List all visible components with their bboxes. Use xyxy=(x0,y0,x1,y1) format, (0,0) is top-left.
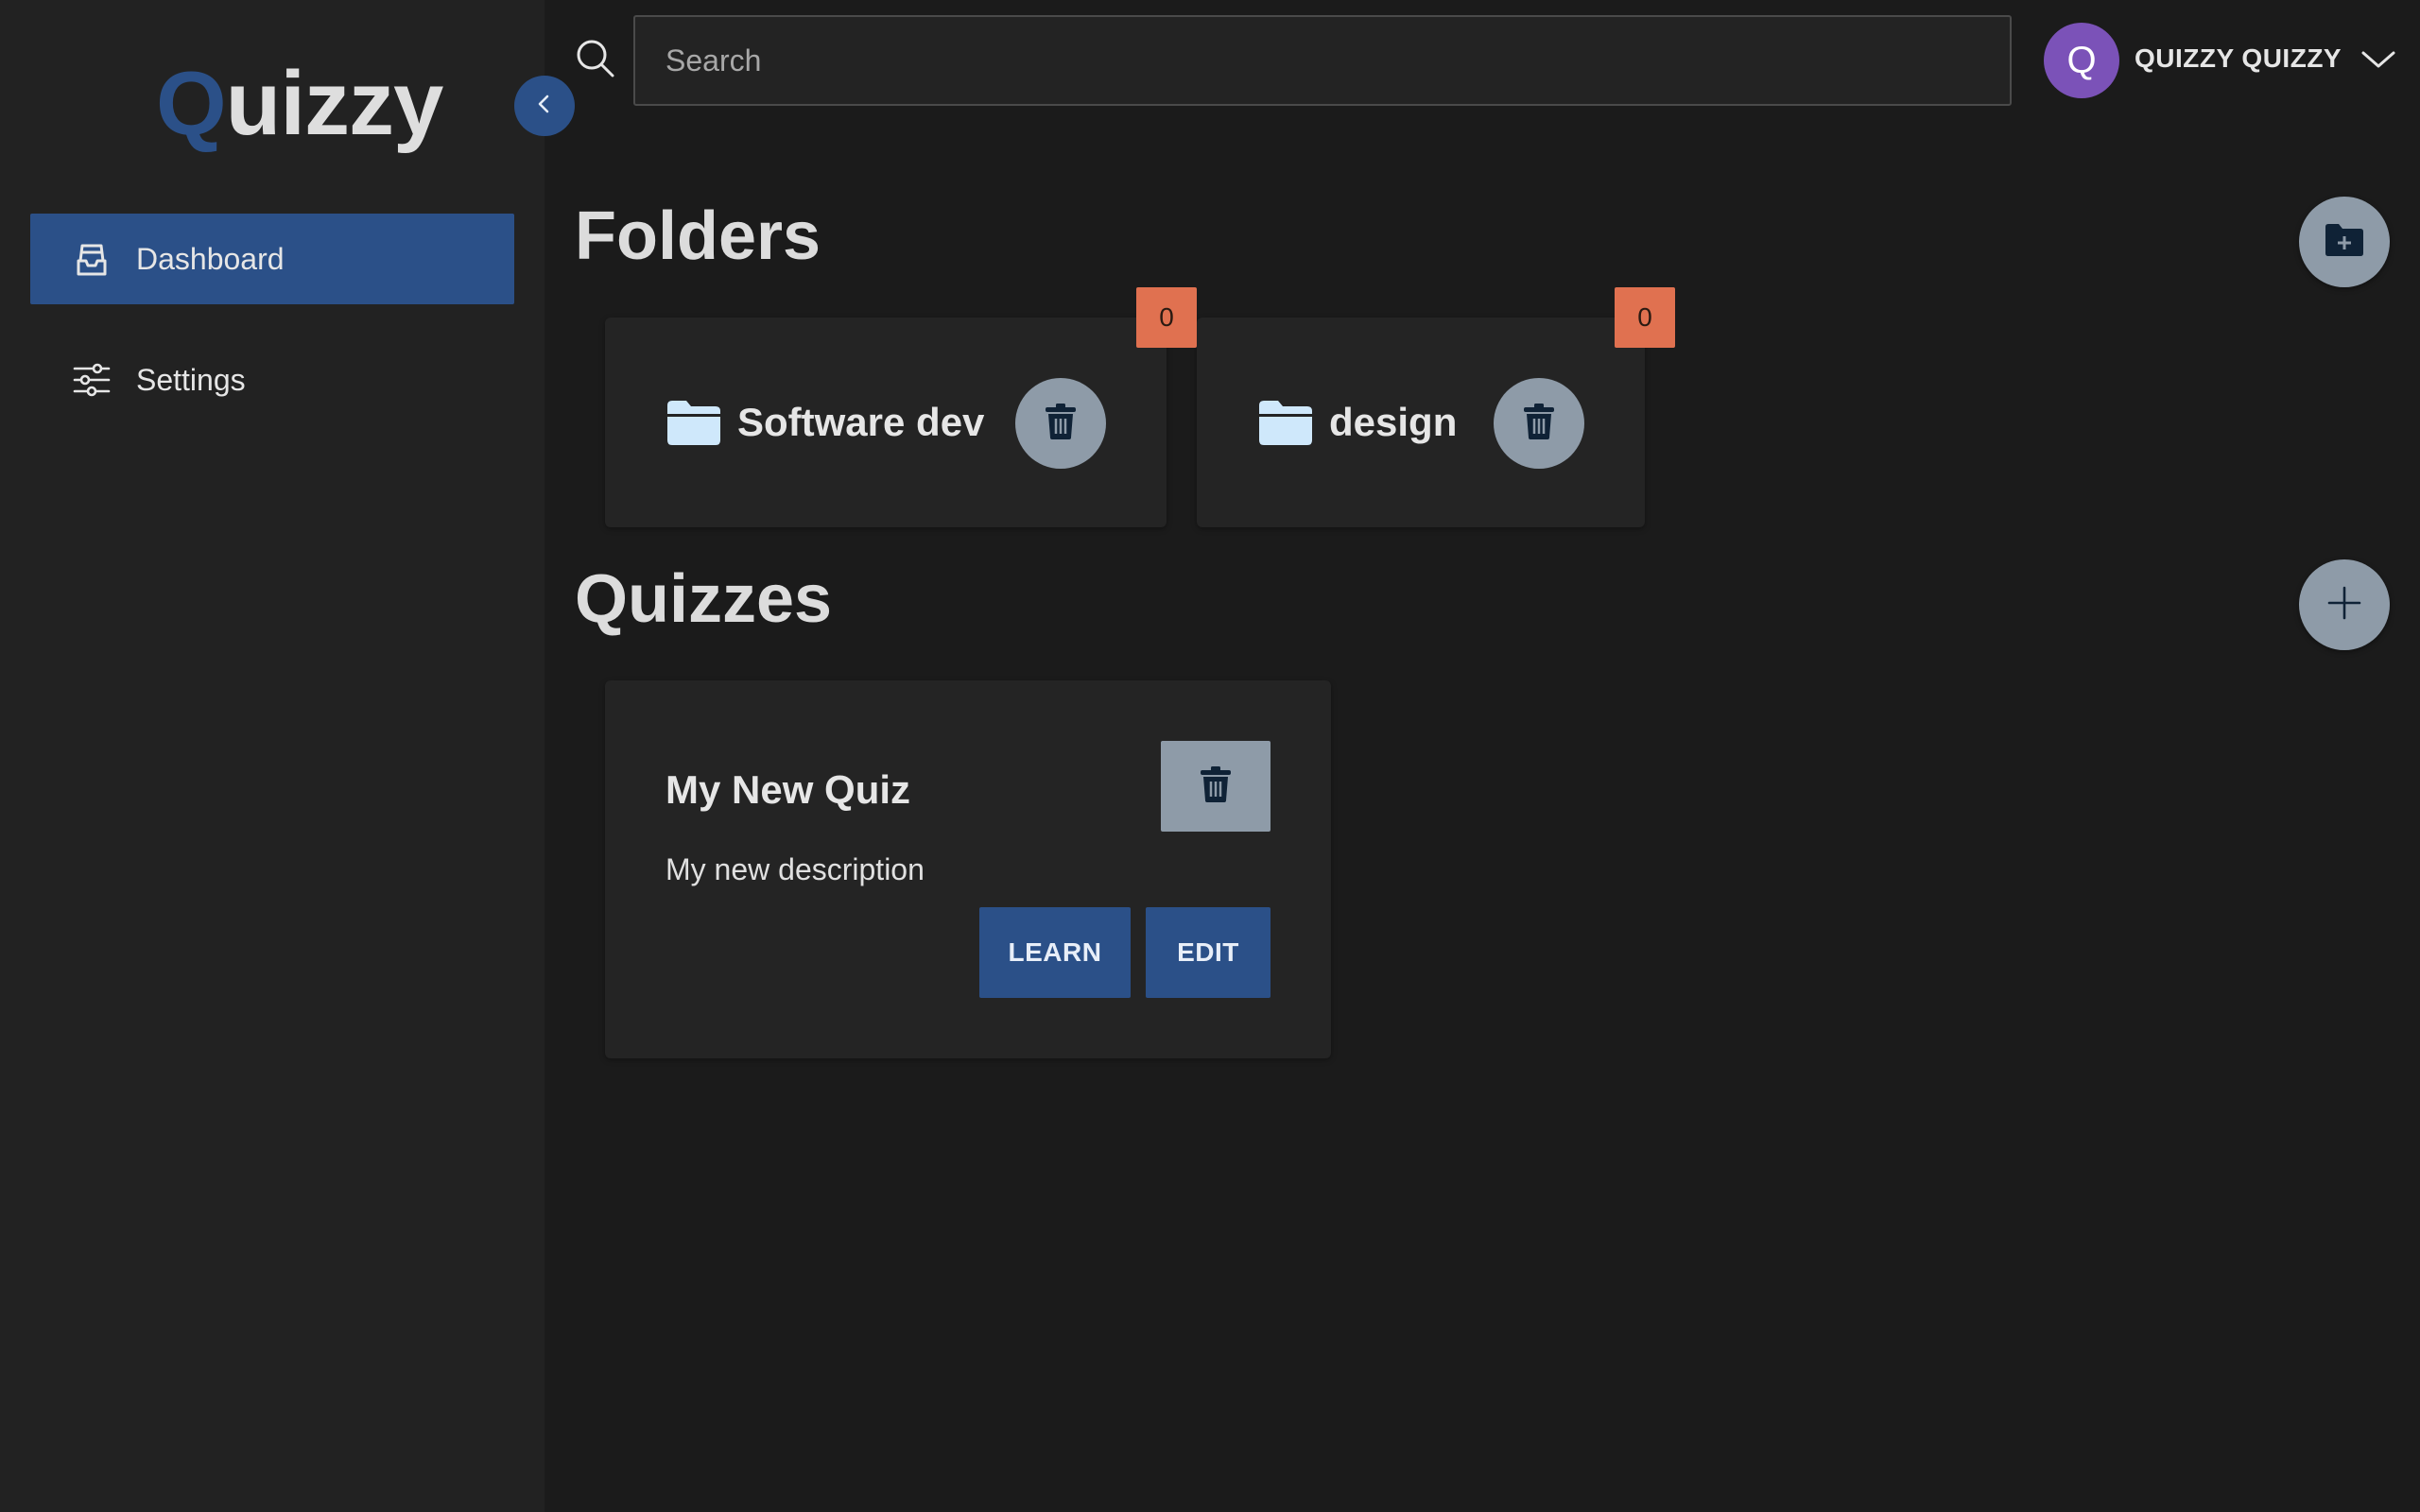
quizzes-title: Quizzes xyxy=(575,561,833,637)
folder-name: design xyxy=(1329,400,1458,444)
user-name[interactable]: QUIZZY QUIZZY xyxy=(2135,43,2342,74)
sidebar-item-settings[interactable]: Settings xyxy=(30,335,514,425)
chevron-left-icon xyxy=(534,94,555,119)
folder-name: Software dev xyxy=(737,400,985,444)
folder-count-badge: 0 xyxy=(1615,287,1675,348)
search-icon[interactable] xyxy=(575,38,616,79)
trash-icon xyxy=(1200,765,1232,808)
add-folder-button[interactable] xyxy=(2299,197,2390,287)
trash-icon xyxy=(1045,403,1077,445)
quiz-title: My New Quiz xyxy=(666,767,911,812)
sidebar-item-label: Settings xyxy=(136,362,246,397)
trash-icon xyxy=(1523,403,1555,445)
collapse-sidebar-button[interactable] xyxy=(514,76,575,136)
quiz-description: My new description xyxy=(666,852,925,886)
edit-button[interactable]: EDIT xyxy=(1146,907,1270,998)
inbox-stack-icon xyxy=(70,237,113,281)
folder-icon xyxy=(1257,399,1314,446)
sidebar-item-dashboard[interactable]: Dashboard xyxy=(30,214,514,304)
logo-initial: Q xyxy=(156,53,227,154)
sliders-icon xyxy=(70,358,113,402)
folder-count-badge: 0 xyxy=(1136,287,1197,348)
sidebar: Quizzy Dashboard Settings xyxy=(0,0,544,1512)
folder-card[interactable]: design xyxy=(1197,318,1645,527)
avatar[interactable]: Q xyxy=(2044,23,2119,98)
plus-icon xyxy=(2325,584,2363,627)
logo-text: uizzy xyxy=(225,53,444,154)
search-input[interactable] xyxy=(633,15,2012,106)
folders-title: Folders xyxy=(575,198,821,274)
learn-button[interactable]: LEARN xyxy=(979,907,1131,998)
sidebar-item-label: Dashboard xyxy=(136,241,285,276)
folder-plus-icon xyxy=(2324,221,2365,264)
folder-card[interactable]: Software dev xyxy=(605,318,1167,527)
delete-quiz-button[interactable] xyxy=(1161,741,1270,832)
chevron-down-icon[interactable] xyxy=(2360,43,2397,76)
delete-folder-button[interactable] xyxy=(1494,378,1584,469)
app-logo[interactable]: Quizzy xyxy=(156,59,443,149)
add-quiz-button[interactable] xyxy=(2299,559,2390,650)
quiz-card[interactable]: My New Quiz My new description LEARN EDI… xyxy=(605,680,1331,1058)
folder-icon xyxy=(666,399,722,446)
delete-folder-button[interactable] xyxy=(1015,378,1106,469)
